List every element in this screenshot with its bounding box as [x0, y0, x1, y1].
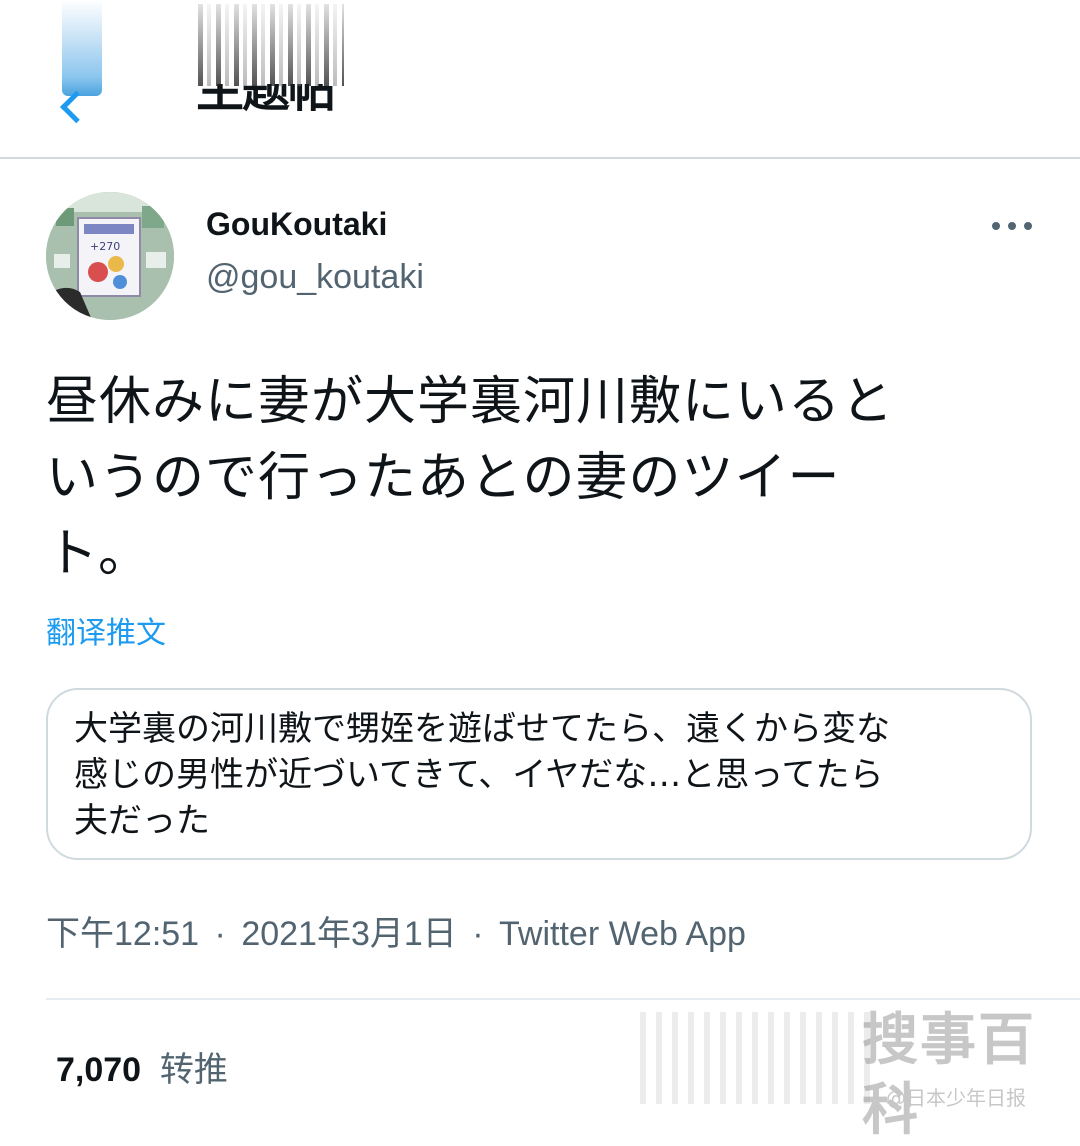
tweet-text-line: いうので行ったあとの妻のツイー — [46, 448, 841, 508]
tweet-text-line: ト。 — [46, 524, 151, 584]
avatar-image: +270 — [46, 192, 174, 320]
quoted-tweet-text: 大学裏の河川敷で甥姪を遊ばせてたら、遠くから変な 感じの男性が近づいてきて、イヤ… — [74, 706, 1014, 844]
tweet-time[interactable]: 下午12:51 — [46, 915, 199, 953]
meta-divider — [46, 998, 1080, 1000]
back-button[interactable] — [54, 0, 114, 124]
retweets-label: 转推 — [159, 1050, 228, 1090]
retweets-count: 7,070 — [56, 1051, 142, 1089]
watermark-logo-text: 搜事百科 — [862, 1008, 1036, 1143]
more-horizontal-icon[interactable] — [990, 212, 1034, 240]
watermark: 搜事百科 @日本少年日报 — [862, 1006, 1062, 1143]
avatar[interactable]: +270 — [46, 192, 174, 320]
meta-separator: · — [472, 915, 484, 953]
svg-text:+270: +270 — [90, 240, 120, 253]
title-blur-overlay — [198, 4, 344, 86]
author-name[interactable]: GouKoutaki — [206, 206, 387, 243]
translate-tweet-link[interactable]: 翻译推文 — [46, 608, 166, 652]
tweet-text-line: 昼休みに妻が大学裏河川敷にいると — [46, 372, 895, 432]
retweets-stat[interactable]: 7,070 转推 — [56, 1042, 228, 1091]
tweet-timestamp: 下午12:51 · 2021年3月1日 · Twitter Web App — [46, 906, 746, 955]
tweet-text: 昼休みに妻が大学裏河川敷にいると いうので行ったあとの妻のツイー ト。 — [46, 364, 1046, 592]
quote-text-line: 大学裏の河川敷で甥姪を遊ばせてたら、遠くから変な — [74, 709, 890, 749]
quote-text-line: 夫だった — [74, 801, 210, 841]
author-handle[interactable]: @gou_koutaki — [206, 258, 424, 297]
header-divider — [0, 157, 1080, 159]
tweet-source[interactable]: Twitter Web App — [499, 915, 746, 953]
quote-text-line: 感じの男性が近づいてきて、イヤだな…と思ってたら — [74, 755, 884, 795]
tweet-date[interactable]: 2021年3月1日 — [241, 915, 456, 953]
quoted-tweet-card[interactable]: 大学裏の河川敷で甥姪を遊ばせてたら、遠くから変な 感じの男性が近づいてきて、イヤ… — [46, 688, 1032, 860]
meta-separator: · — [214, 915, 226, 953]
back-arrow-icon — [62, 0, 102, 96]
scan-stripes — [640, 1012, 880, 1104]
top-bar: 主题帖 — [0, 0, 1080, 158]
watermark-credit: @日本少年日报 — [886, 1086, 1026, 1110]
